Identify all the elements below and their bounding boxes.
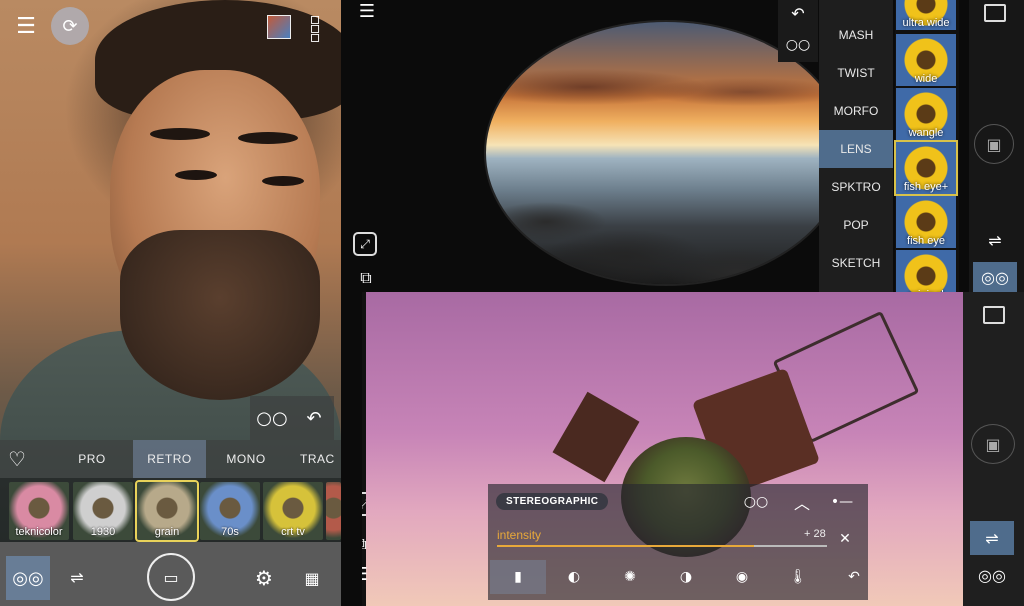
filter-thumb[interactable]: crt tv: [263, 482, 323, 540]
filter-thumb-label: teknicolor: [15, 526, 63, 538]
slider-handle-icon[interactable]: •—: [828, 492, 856, 512]
copy-icon[interactable]: ⧉: [362, 532, 374, 556]
filter-thumb[interactable]: teknicolor: [9, 482, 69, 540]
layers-icon[interactable]: ◎◎: [973, 262, 1017, 292]
glasses-icon[interactable]: ○○: [255, 404, 289, 432]
glasses-icon[interactable]: ○○: [783, 34, 813, 56]
undo-icon[interactable]: ↶: [300, 404, 328, 432]
subject-brow: [150, 128, 210, 140]
lens-style-thumb[interactable]: wangle: [896, 88, 956, 140]
grid-icon[interactable]: ▦: [298, 564, 326, 592]
hamburger-menu-icon[interactable]: ☰: [353, 0, 381, 22]
filter-thumb[interactable]: [326, 482, 341, 540]
undo-icon[interactable]: ↶: [783, 2, 813, 24]
effect-item[interactable]: SPKTRO: [819, 168, 893, 206]
fullscreen-icon[interactable]: [984, 4, 1006, 22]
fullscreen-icon[interactable]: [983, 306, 1005, 324]
hamburger-menu-icon[interactable]: ☰: [12, 12, 40, 40]
lens-style-thumb[interactable]: ultra wide: [896, 0, 956, 30]
lens-style-label: fish eye: [907, 235, 945, 247]
tab-trac[interactable]: TRAC: [290, 440, 341, 478]
lens-style-label: wide: [914, 73, 938, 85]
levels-icon[interactable]: ▮: [490, 560, 546, 594]
copy-icon[interactable]: ⧉: [353, 266, 379, 290]
slider-fill: [497, 545, 755, 547]
sliders-icon[interactable]: ⇌: [981, 228, 1009, 252]
slider-label: intensity: [497, 528, 542, 542]
lens-style-thumb[interactable]: wide: [896, 34, 956, 86]
effect-name-badge: STEREOGRAPHIC: [496, 493, 609, 510]
tab-pro[interactable]: PRO: [62, 440, 122, 478]
undo-icon[interactable]: ↶: [826, 560, 882, 594]
slider-value: + 28: [804, 528, 826, 540]
subject-beard: [120, 230, 320, 400]
effect-item[interactable]: TWIST: [819, 54, 893, 92]
tab-retro[interactable]: RETRO: [133, 440, 206, 478]
slider-track[interactable]: [497, 545, 827, 547]
tower-shape: [552, 391, 640, 483]
contrast-icon[interactable]: ◐: [546, 560, 602, 594]
gear-icon[interactable]: ⚙: [250, 564, 278, 592]
close-icon[interactable]: ✕: [836, 530, 854, 548]
effect-item[interactable]: MORFO: [819, 92, 893, 130]
vignette-icon[interactable]: ◉: [714, 560, 770, 594]
layers-icon[interactable]: ◎◎: [6, 556, 50, 600]
hamburger-menu-icon[interactable]: ☰: [362, 562, 374, 586]
chevron-up-icon[interactable]: ︿: [790, 492, 814, 513]
filter-thumb-label: grain: [154, 526, 180, 538]
edit-icon[interactable]: ⤢: [353, 232, 377, 256]
lens-style-label: ultra wide: [902, 17, 950, 29]
filter-thumb[interactable]: 1930: [73, 482, 133, 540]
effect-item[interactable]: POP: [819, 206, 893, 244]
gallery-thumbnail[interactable]: [267, 15, 291, 39]
subject-eye: [262, 176, 304, 186]
subject-eye: [175, 170, 217, 180]
heart-icon[interactable]: ♡: [4, 444, 30, 474]
save-icon[interactable]: ▣: [974, 124, 1014, 164]
effect-item[interactable]: SKETCH: [819, 244, 893, 282]
more-vertical-icon[interactable]: ▫ ▫ ▫: [308, 10, 322, 44]
brightness-icon[interactable]: ✺: [602, 560, 658, 594]
lens-style-label: wangle: [908, 127, 944, 139]
lens-panel: ☰ ⤢ ⧉ ↶ ○○ MASH TWIST MORFO LENS SPKTRO POP SK…: [341, 0, 1024, 292]
tab-mono[interactable]: MONO: [216, 440, 276, 478]
lens-style-thumb[interactable]: fish eye: [896, 196, 956, 248]
lens-style-thumb[interactable]: fish eye+: [894, 140, 958, 196]
save-icon[interactable]: ▣: [971, 424, 1015, 464]
sunset-clouds: [486, 62, 846, 112]
temperature-icon[interactable]: 🌡: [770, 560, 826, 594]
camera-panel: ☰ ⟳ ▫ ▫ ▫ ○○ ↶ ♡ PRO RETRO MONO TRAC tekni…: [0, 0, 341, 606]
filter-thumb-label: 70s: [221, 526, 239, 538]
sliders-icon[interactable]: ⇌: [62, 562, 92, 592]
filter-thumb-label: crt tv: [281, 526, 305, 538]
camera-switch-icon[interactable]: ⟳: [51, 7, 89, 45]
stereographic-panel: ⤢ STEREOGRAPHIC ○○ ︿ •— intensity + 28 ✕…: [362, 292, 1024, 606]
sliders-icon[interactable]: ⇌: [970, 521, 1014, 555]
lens-style-thumb[interactable]: original: [896, 250, 956, 292]
shore-rocks: [486, 162, 846, 284]
filter-thumb[interactable]: 70s: [200, 482, 260, 540]
glasses-icon[interactable]: ○○: [740, 492, 772, 512]
layers-icon[interactable]: ◎◎: [974, 562, 1010, 588]
effect-item[interactable]: LENS: [819, 130, 893, 168]
shutter-icon[interactable]: ▭: [147, 553, 195, 601]
lens-style-label: fish eye+: [903, 181, 949, 193]
filter-thumb[interactable]: grain: [135, 480, 199, 542]
subject-brow: [238, 132, 298, 144]
saturation-icon[interactable]: ◑: [658, 560, 714, 594]
effect-item[interactable]: MASH: [819, 16, 893, 54]
filter-thumb-label: 1930: [90, 526, 116, 538]
